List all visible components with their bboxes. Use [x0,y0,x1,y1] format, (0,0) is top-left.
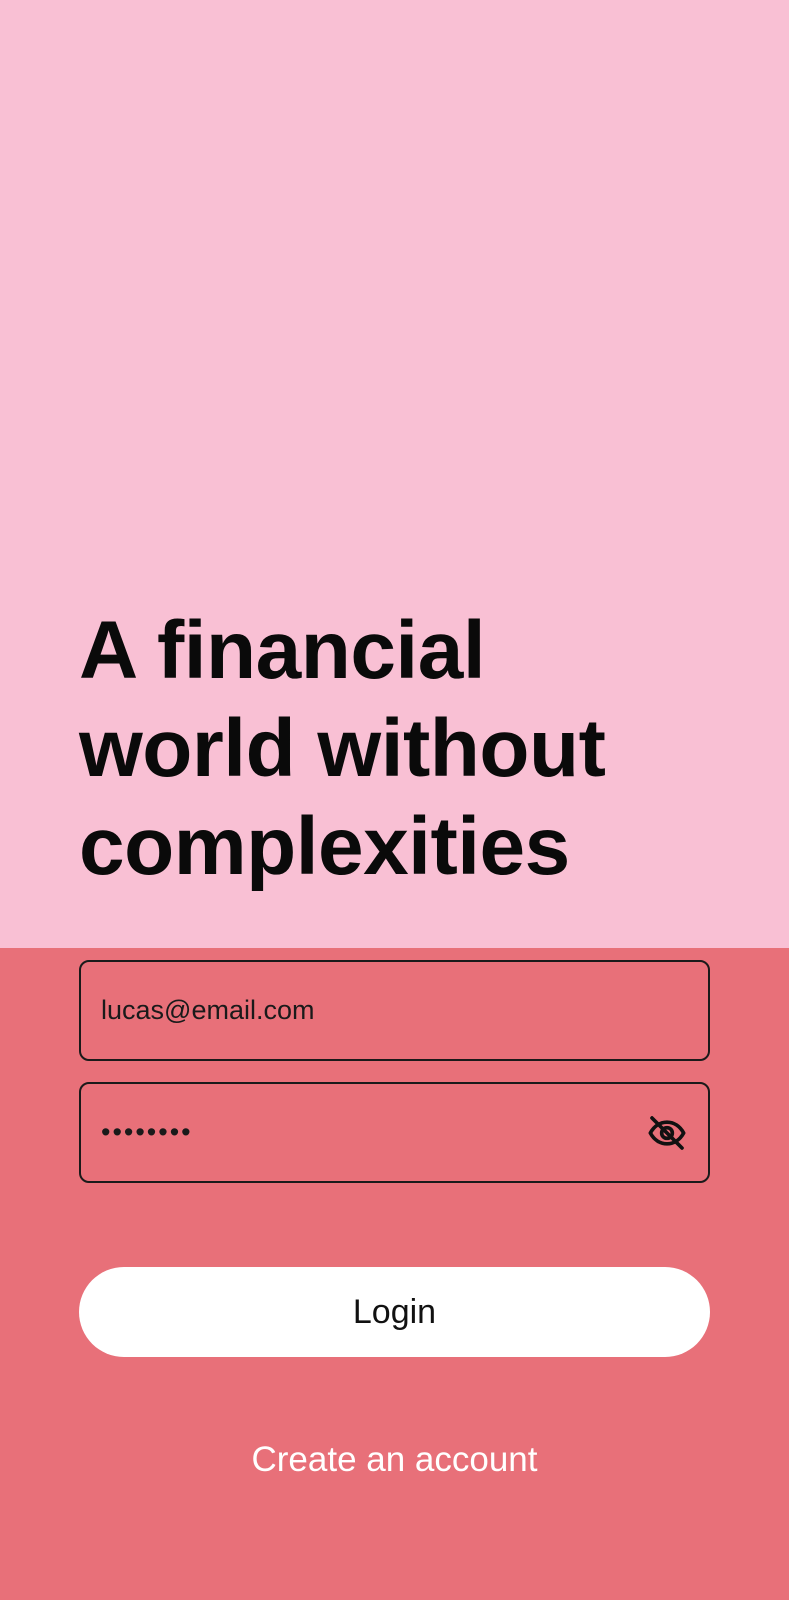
headline: A financial world without complexities [79,605,606,892]
email-field[interactable] [79,960,710,1061]
eye-off-icon[interactable] [646,1112,688,1154]
login-screen: A financial world without complexities L… [0,0,789,1600]
hero-panel: A financial world without complexities [0,0,789,948]
create-account-link[interactable]: Create an account [0,1440,789,1480]
password-input[interactable] [81,1084,708,1181]
email-input[interactable] [81,962,708,1059]
password-field[interactable] [79,1082,710,1183]
login-button[interactable]: Login [79,1267,710,1357]
